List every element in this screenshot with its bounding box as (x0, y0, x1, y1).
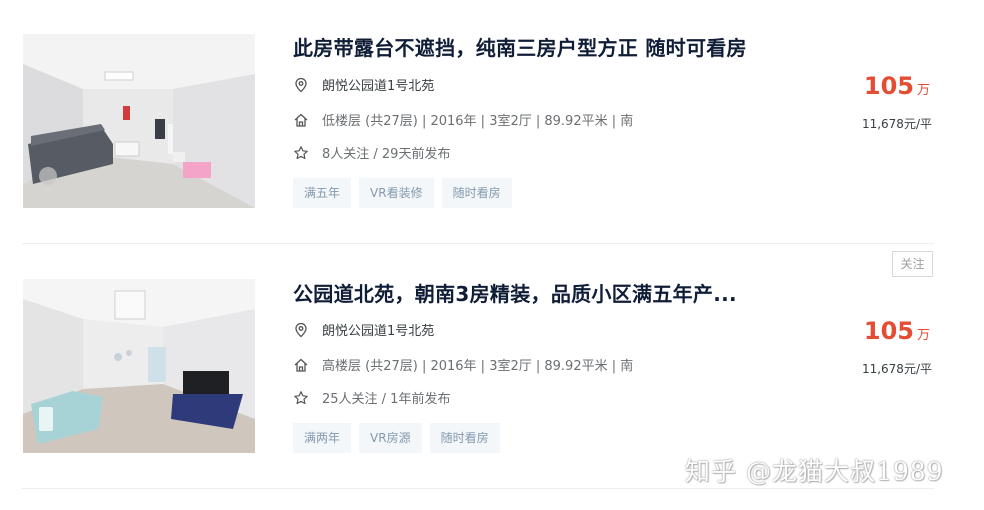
tag: VR房源 (359, 423, 422, 453)
total-price: 105 万 (810, 72, 930, 100)
house-icon (293, 112, 309, 128)
divider (22, 488, 934, 489)
star-icon (293, 145, 309, 161)
star-icon (293, 390, 309, 406)
price-unit: 万 (916, 83, 930, 98)
address-row: 朗悦公园道1号北苑 (293, 75, 434, 94)
listing-title[interactable]: 公园道北苑，朝南3房精装，品质小区满五年产... (293, 278, 737, 307)
listing-photo[interactable] (23, 34, 255, 208)
price-unit: 万 (916, 328, 930, 343)
total-price: 105 万 (810, 317, 930, 345)
listing-card[interactable]: 此房带露台不遮挡，纯南三房户型方正 随时可看房 朗悦公园道1号北苑 低楼层 (共… (0, 0, 984, 244)
address-link[interactable]: 朗悦公园道1号北苑 (322, 320, 434, 339)
follow-info: 8人关注 / 29天前发布 (322, 147, 451, 162)
follow-info: 25人关注 / 1年前发布 (322, 392, 451, 407)
unit-price: 11,678元/平 (861, 362, 932, 376)
watermark-text: 知乎 @龙猫大叔1989 (685, 457, 944, 486)
tag: 随时看房 (441, 178, 512, 208)
address-row: 朗悦公园道1号北苑 (293, 320, 434, 339)
house-info: 高楼层 (共27层) | 2016年 | 3室2厅 | 89.92平米 | 南 (322, 359, 634, 374)
house-info: 低楼层 (共27层) | 2016年 | 3室2厅 | 89.92平米 | 南 (322, 114, 634, 129)
tag-list: 满五年 VR看装修 随时看房 (293, 178, 512, 208)
listing-title[interactable]: 此房带露台不遮挡，纯南三房户型方正 随时可看房 (293, 32, 747, 61)
tag-list: 满两年 VR房源 随时看房 (293, 423, 500, 453)
location-pin-icon (293, 322, 309, 338)
price-value: 105 (863, 317, 914, 345)
tag: 满五年 (293, 178, 352, 208)
tag: 随时看房 (429, 423, 500, 453)
living-room-photo (23, 34, 255, 208)
tag: VR看装修 (359, 178, 434, 208)
house-info-row: 低楼层 (共27层) | 2016年 | 3室2厅 | 89.92平米 | 南 (293, 110, 633, 129)
follow-button[interactable]: 关注 (892, 251, 933, 277)
follow-info-row: 25人关注 / 1年前发布 (293, 388, 450, 407)
location-pin-icon (293, 77, 309, 93)
price-value: 105 (863, 72, 914, 100)
living-room-photo (23, 279, 255, 453)
tag: 满两年 (293, 423, 352, 453)
house-icon (293, 357, 309, 373)
address-link[interactable]: 朗悦公园道1号北苑 (322, 75, 434, 94)
follow-info-row: 8人关注 / 29天前发布 (293, 143, 450, 162)
listing-photo[interactable] (23, 279, 255, 453)
house-info-row: 高楼层 (共27层) | 2016年 | 3室2厅 | 89.92平米 | 南 (293, 355, 633, 374)
unit-price: 11,678元/平 (861, 117, 932, 131)
